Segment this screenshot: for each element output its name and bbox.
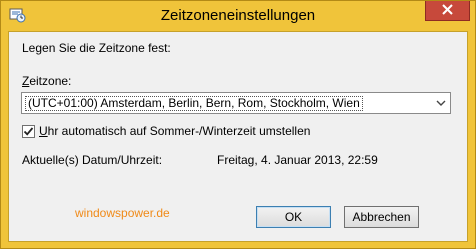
instruction-text: Legen Sie die Zeitzone fest: bbox=[22, 41, 171, 55]
dialog-client-area: Legen Sie die Zeitzone fest: Zeitzone: (… bbox=[8, 31, 468, 242]
window-title: Zeitzoneneinstellungen bbox=[160, 7, 316, 24]
watermark-text: windowspower.de bbox=[75, 206, 170, 220]
dst-checkbox-label[interactable]: Uhr automatisch auf Sommer-/Winterzeit u… bbox=[39, 124, 310, 138]
dst-checkbox[interactable] bbox=[22, 125, 35, 138]
ok-button[interactable]: OK bbox=[256, 206, 331, 228]
timezone-select[interactable]: (UTC+01:00) Amsterdam, Berlin, Bern, Rom… bbox=[21, 92, 451, 114]
timezone-label-text: eitzone: bbox=[29, 74, 72, 88]
dialog-window: Zeitzoneneinstellungen Legen Sie die Zei… bbox=[0, 0, 476, 249]
title-bar[interactable]: Zeitzoneneinstellungen bbox=[1, 1, 475, 31]
close-icon bbox=[442, 3, 453, 18]
dst-label-accelerator: U bbox=[39, 124, 48, 138]
timezone-selected-value: (UTC+01:00) Amsterdam, Berlin, Bern, Rom… bbox=[25, 96, 363, 111]
close-button[interactable] bbox=[425, 1, 470, 21]
cancel-button[interactable]: Abbrechen bbox=[344, 206, 419, 228]
checkmark-icon bbox=[23, 127, 34, 136]
current-datetime-label: Aktuelle(s) Datum/Uhrzeit: bbox=[22, 153, 163, 167]
timezone-label: Zeitzone: bbox=[22, 74, 71, 88]
current-datetime-value: Freitag, 4. Januar 2013, 22:59 bbox=[217, 153, 378, 167]
dst-label-text: hr automatisch auf Sommer-/Winterzeit um… bbox=[47, 124, 311, 138]
chevron-down-icon[interactable] bbox=[432, 93, 450, 113]
